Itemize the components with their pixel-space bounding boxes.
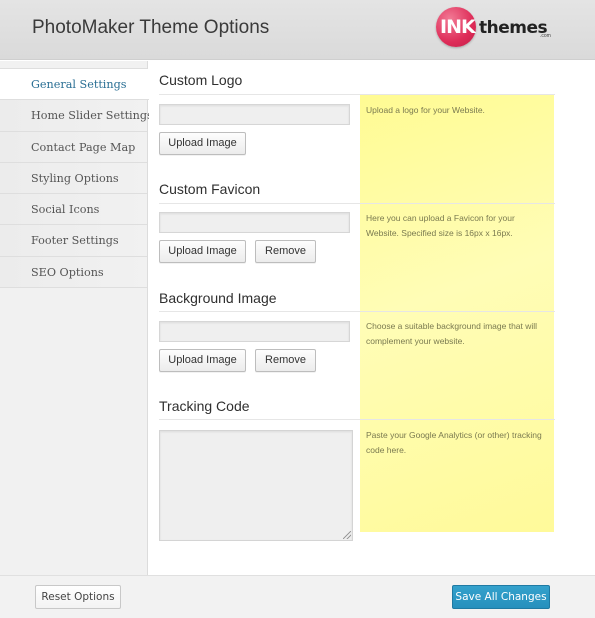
tracking-code-textarea[interactable] (159, 430, 353, 541)
custom-favicon-title: Custom Favicon (159, 181, 261, 197)
help-panel (360, 94, 554, 532)
background-image-input[interactable] (159, 321, 350, 342)
section-divider (159, 94, 555, 95)
logo-themes-text: themes (479, 18, 548, 38)
background-image-help: Choose a suitable background image that … (366, 321, 538, 346)
section-divider (159, 419, 555, 420)
sidebar-item-footer-settings[interactable]: Footer Settings (0, 225, 147, 257)
sidebar-item-social-icons[interactable]: Social Icons (0, 194, 147, 226)
sidebar-top-spacer (0, 61, 147, 69)
section-divider (159, 311, 555, 312)
background-image-upload-button[interactable]: Upload Image (159, 349, 246, 372)
tracking-code-help: Paste your Google Analytics (or other) t… (366, 430, 542, 455)
sidebar-item-seo-options[interactable]: SEO Options (0, 256, 147, 289)
background-image-remove-button[interactable]: Remove (255, 349, 316, 372)
custom-logo-upload-button[interactable]: Upload Image (159, 132, 246, 155)
tracking-code-title: Tracking Code (159, 398, 250, 414)
custom-favicon-remove-button[interactable]: Remove (255, 240, 316, 263)
custom-favicon-input[interactable] (159, 212, 350, 233)
section-divider (159, 203, 555, 204)
custom-logo-title: Custom Logo (159, 72, 243, 88)
custom-logo-help: Upload a logo for your Website. (366, 105, 485, 115)
sidebar-item-styling-options[interactable]: Styling Options (0, 162, 147, 195)
resize-handle-icon[interactable] (343, 531, 351, 539)
header: PhotoMaker Theme Options INK themes .com (0, 0, 595, 60)
logo-ink-text: INK (440, 16, 476, 38)
custom-logo-input[interactable] (159, 104, 350, 125)
sidebar-nav: General Settings Home Slider Settings Co… (0, 61, 153, 575)
custom-favicon-help: Here you can upload a Favicon for your W… (366, 213, 515, 238)
sidebar-item-general-settings[interactable]: General Settings (0, 69, 149, 101)
footer-bar: Reset Options Save All Changes (0, 575, 595, 618)
reset-options-button[interactable]: Reset Options (35, 585, 121, 609)
logo-com-text: .com (540, 33, 551, 39)
sidebar-item-contact-page-map[interactable]: Contact Page Map (0, 131, 147, 163)
background-image-title: Background Image (159, 290, 277, 306)
save-all-changes-button[interactable]: Save All Changes (452, 585, 550, 609)
inkthemes-logo: INK themes .com (436, 7, 561, 47)
page-title: PhotoMaker Theme Options (32, 17, 270, 38)
custom-favicon-upload-button[interactable]: Upload Image (159, 240, 246, 263)
sidebar-item-home-slider-settings[interactable]: Home Slider Settings (0, 100, 153, 132)
